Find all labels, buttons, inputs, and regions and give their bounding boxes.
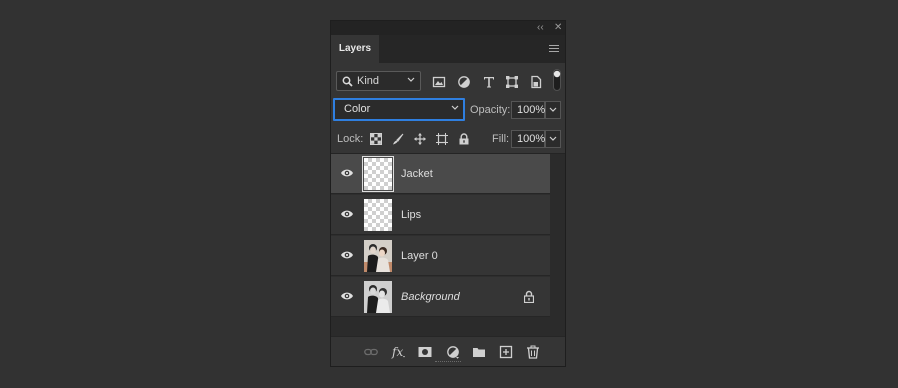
lock-icon[interactable] [524,290,534,303]
layers-list: Jacket Lips Layer 0 Background [331,154,550,317]
layer-row-lips[interactable]: Lips [331,195,550,235]
group-folder-icon[interactable] [472,345,486,359]
opacity-dropdown[interactable] [545,101,561,119]
layer-name[interactable]: Layer 0 [401,250,438,262]
fill-input[interactable]: 100% [511,130,545,148]
link-layers-icon[interactable] [364,345,378,359]
filter-toggle-icon[interactable] [553,69,561,91]
trash-icon[interactable] [526,345,540,359]
eye-icon[interactable] [340,209,354,219]
opacity-label: Opacity: [470,104,511,116]
eye-icon[interactable] [340,291,354,301]
layer-row-layer-0[interactable]: Layer 0 [331,236,550,276]
fill-label: Fill: [492,133,510,145]
filter-row: Kind [331,63,565,98]
chevron-down-icon [407,77,415,82]
layers-footer: fx [331,336,565,366]
chevron-down-icon [549,136,557,141]
layers-panel: ‹‹ ✕ Layers Kind Color Opacity: 100% Loc… [330,20,566,367]
layer-thumbnail-photo[interactable] [364,281,392,313]
lock-row: Lock: Fill: 100% [331,124,565,154]
layer-name[interactable]: Lips [401,209,421,221]
layer-name[interactable]: Background [401,291,460,303]
lock-position-icon[interactable] [414,133,426,145]
kind-filter-label: Kind [357,75,380,87]
blend-mode-select[interactable]: Color [333,98,465,121]
layer-thumbnail-photo[interactable] [364,240,392,272]
adjustment-layer-icon[interactable] [446,345,460,359]
type-filter-icon[interactable] [482,75,496,89]
blend-row: Color Opacity: 100% [331,98,565,124]
panel-titlebar: ‹‹ ✕ [331,21,565,35]
adjustment-filter-icon[interactable] [457,75,471,89]
fill-dropdown[interactable] [545,130,561,148]
opacity-input[interactable]: 100% [511,101,545,119]
lock-label: Lock: [337,133,364,145]
lock-transparent-icon[interactable] [370,133,382,145]
close-icon[interactable]: ✕ [554,22,562,34]
layer-thumbnail[interactable] [362,156,394,192]
layers-scrollbar[interactable] [550,154,565,336]
lock-all-icon[interactable] [458,133,470,145]
layer-name[interactable]: Jacket [401,168,433,180]
smart-object-filter-icon[interactable] [529,75,543,89]
layer-thumbnail[interactable] [364,199,392,231]
blend-mode-value: Color [344,103,371,115]
panel-menu-icon[interactable] [549,45,559,54]
pixel-filter-icon[interactable] [432,75,446,89]
svg-text:fx: fx [391,345,403,359]
chevron-down-icon [451,105,459,110]
tab-layers[interactable]: Layers [331,35,379,63]
lock-artboard-icon[interactable] [436,133,448,145]
layer-row-jacket[interactable]: Jacket [331,154,550,194]
collapse-icon[interactable]: ‹‹ [537,22,544,34]
eye-icon[interactable] [340,250,354,260]
fx-icon[interactable]: fx [391,345,407,359]
new-layer-icon[interactable] [499,345,513,359]
tab-row: Layers [331,35,565,63]
layer-row-background[interactable]: Background [331,277,550,317]
search-icon [342,76,353,87]
eye-icon[interactable] [340,168,354,178]
chevron-down-icon [549,107,557,112]
panel-resize-grip[interactable] [435,361,461,365]
add-mask-icon[interactable] [418,345,432,359]
kind-filter-select[interactable]: Kind [336,71,421,91]
shape-filter-icon[interactable] [505,75,519,89]
lock-image-icon[interactable] [392,133,404,145]
